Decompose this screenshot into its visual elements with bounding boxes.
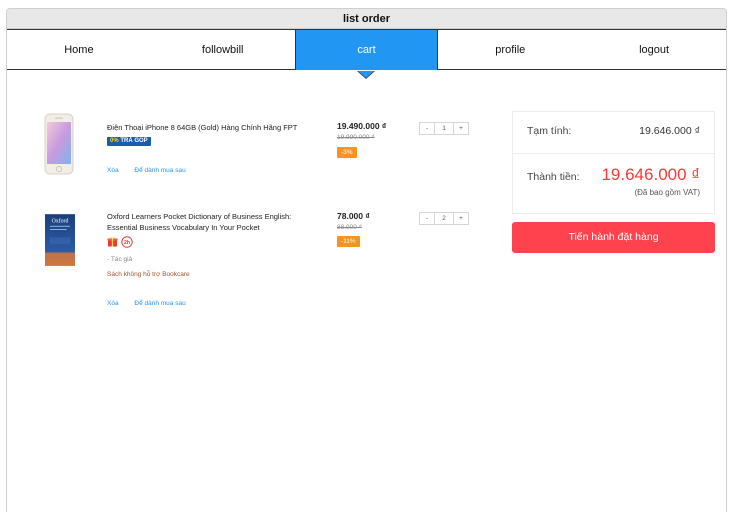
fast-delivery-text: 2h <box>124 240 130 246</box>
total-value: 19.646.000 ₫ <box>601 165 700 184</box>
installment-badge: 0% TRẢ GÓP <box>107 137 151 146</box>
quantity-value[interactable]: 2 <box>434 213 454 224</box>
nav-cart[interactable]: cart <box>294 30 439 79</box>
vat-note: (Đã bao gồm VAT) <box>634 188 700 197</box>
nav-profile[interactable]: profile <box>438 30 582 70</box>
quantity-stepper: - 2 + <box>419 212 469 225</box>
cart-area: Điện Thoại iPhone 8 64GB (Gold) Hàng Chí… <box>7 71 726 511</box>
subtotal-row: Tạm tính: 19.646.000 ₫ <box>527 125 700 137</box>
author-note: - Tác giả <box>107 256 133 263</box>
total-label: Thành tiền: <box>527 171 580 183</box>
discount-badge: -3% <box>337 147 357 158</box>
iphone-icon[interactable] <box>41 113 77 175</box>
subtotal-label: Tạm tính: <box>527 125 572 137</box>
subtotal-value: 19.646.000 ₫ <box>639 125 700 137</box>
increase-button[interactable]: + <box>454 123 468 134</box>
item-old-price: 19.990.000 ₫ <box>337 134 375 141</box>
increase-button[interactable]: + <box>454 213 468 224</box>
item-old-price: 88.000 ₫ <box>337 224 363 231</box>
order-summary: Tạm tính: 19.646.000 ₫ Thành tiền: 19.64… <box>512 111 715 214</box>
quantity-value[interactable]: 1 <box>434 123 454 134</box>
nav-home[interactable]: Home <box>7 30 151 70</box>
app-window: list order Home followbill cart profile … <box>6 8 727 512</box>
item-price: 78.000 ₫ <box>337 211 370 221</box>
save-later-link[interactable]: Để dành mua sau <box>134 167 185 174</box>
decrease-button[interactable]: - <box>420 123 434 134</box>
installment-percent: 0% <box>110 138 119 144</box>
save-later-link[interactable]: Để dành mua sau <box>134 300 185 307</box>
summary-divider <box>513 153 714 154</box>
nav-followbill[interactable]: followbill <box>151 30 295 70</box>
item-name[interactable]: Oxford Learners Pocket Dictionary of Bus… <box>107 211 307 233</box>
fast-delivery-icon: 2h <box>121 236 133 248</box>
delete-link[interactable]: Xóa <box>107 167 119 174</box>
cover-title: Oxford <box>52 218 69 225</box>
nav-logout[interactable]: logout <box>582 30 726 70</box>
item-actions: Xóa Để dành mua sau <box>107 300 200 307</box>
gift-badges: 2h <box>107 236 133 248</box>
top-nav: Home followbill cart profile logout <box>7 29 726 79</box>
active-caret <box>358 71 375 78</box>
item-price: 19.490.000 ₫ <box>337 121 387 131</box>
book-cover-icon[interactable]: Oxford <box>45 209 75 271</box>
quantity-stepper: - 1 + <box>419 122 469 135</box>
delete-link[interactable]: Xóa <box>107 300 119 307</box>
discount-badge: -11% <box>337 236 360 247</box>
nav-cart-label: cart <box>357 44 376 56</box>
item-name[interactable]: Điện Thoại iPhone 8 64GB (Gold) Hàng Chí… <box>107 122 307 133</box>
total-row: Thành tiền: 19.646.000 ₫ <box>527 165 700 184</box>
gift-icon <box>107 237 118 247</box>
bookcare-note: Sách không hỗ trợ Bookcare <box>107 271 190 278</box>
installment-text: TRẢ GÓP <box>118 138 148 144</box>
item-actions: Xóa Để dành mua sau <box>107 167 200 174</box>
place-order-button[interactable]: Tiến hành đặt hàng <box>512 222 715 253</box>
decrease-button[interactable]: - <box>420 213 434 224</box>
window-title: list order <box>7 9 726 29</box>
